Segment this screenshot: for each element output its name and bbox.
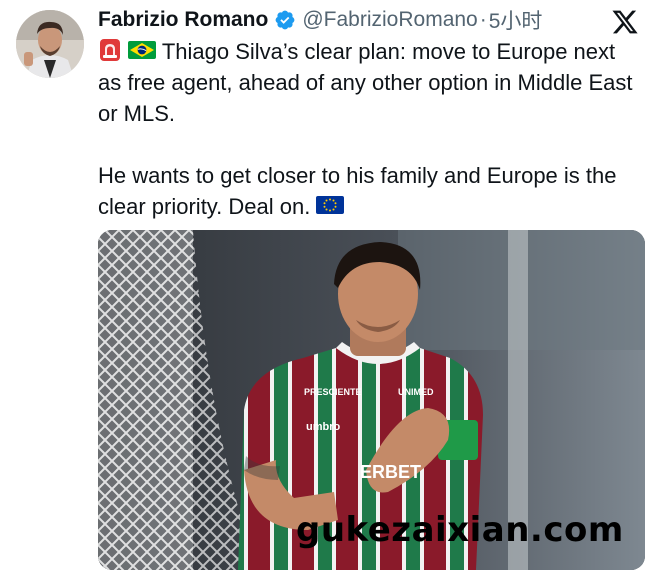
tweet-header: Fabrizio Romano @FabrizioRomano · 5小时 [98, 6, 542, 34]
timestamp[interactable]: 5小时 [489, 5, 543, 35]
tweet-paragraph-1: Thiago Silva’s clear plan: move to Europ… [98, 36, 643, 129]
verified-badge-icon [275, 10, 295, 30]
watermark: gukezaixian.com [296, 510, 624, 550]
tweet-paragraph-1-text: Thiago Silva’s clear plan: move to Europ… [98, 39, 633, 126]
jersey-brand: umbro [306, 421, 341, 433]
siren-emoji-icon [100, 39, 120, 61]
jersey-sponsor-2: UNIMED [398, 387, 434, 397]
tweet-paragraph-2: He wants to get closer to his family and… [98, 160, 643, 222]
tweet-text: Thiago Silva’s clear plan: move to Europ… [98, 36, 643, 222]
jersey-sponsor-1: PRESCIENTE [304, 387, 362, 397]
author-handle[interactable]: @FabrizioRomano [302, 8, 477, 32]
author-name[interactable]: Fabrizio Romano [98, 8, 268, 32]
jersey-sponsor-3: ERBET [360, 462, 421, 482]
separator-dot: · [479, 8, 487, 31]
avatar-photo [16, 10, 84, 78]
brazil-flag-emoji-icon [128, 41, 157, 59]
x-logo-icon[interactable] [610, 8, 640, 36]
tweet-paragraph-2-text: He wants to get closer to his family and… [98, 163, 617, 219]
eu-flag-emoji-icon [316, 196, 345, 214]
avatar[interactable] [16, 10, 84, 78]
